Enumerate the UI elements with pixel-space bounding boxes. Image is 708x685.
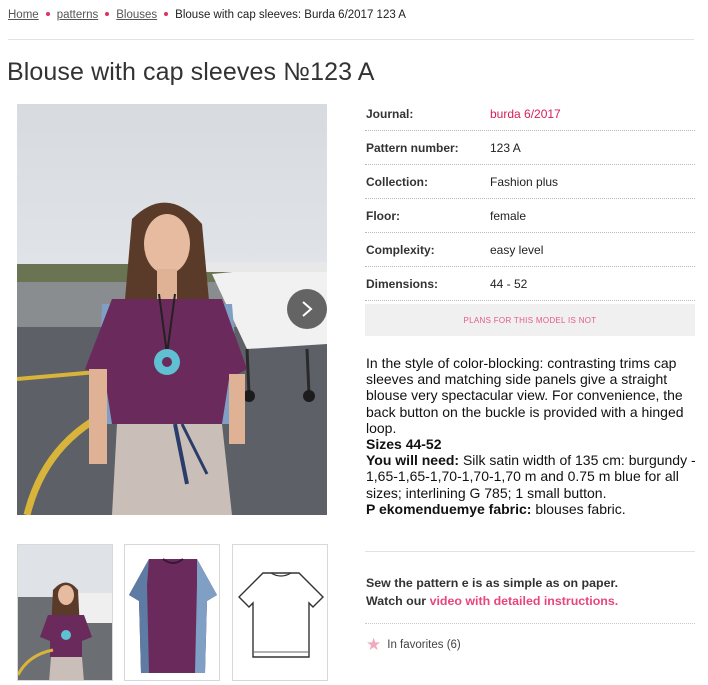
thumbnail-technical-drawing[interactable] bbox=[232, 544, 328, 681]
next-image-button[interactable] bbox=[287, 289, 327, 329]
journal-link[interactable]: burda 6/2017 bbox=[490, 107, 561, 121]
detail-row-floor: Floor: female bbox=[365, 199, 695, 233]
detail-row-pattern-number: Pattern number: 123 A bbox=[365, 131, 695, 165]
detail-label: Pattern number: bbox=[366, 140, 459, 155]
favorites-button[interactable]: ★ In favorites (6) bbox=[366, 636, 461, 653]
detail-label: Collection: bbox=[366, 174, 428, 189]
sew-line: Sew the pattern e is as simple as on pap… bbox=[366, 576, 619, 590]
detail-row-dimensions: Dimensions: 44 - 52 bbox=[365, 267, 695, 301]
detail-row-collection: Collection: Fashion plus bbox=[365, 165, 695, 199]
breadcrumb-current: Blouse with cap sleeves: Burda 6/2017 12… bbox=[175, 9, 406, 21]
breadcrumb: Home patterns Blouses Blouse with cap sl… bbox=[8, 9, 406, 21]
chevron-right-icon bbox=[302, 301, 313, 317]
detail-row-complexity: Complexity: easy level bbox=[365, 233, 695, 267]
detail-value: 123 A bbox=[490, 140, 521, 155]
sew-instructions: Sew the pattern e is as simple as on pap… bbox=[366, 574, 696, 610]
detail-label: Journal: bbox=[366, 106, 414, 121]
page-title: Blouse with cap sleeves №123 A bbox=[7, 58, 375, 86]
divider bbox=[365, 623, 695, 624]
thumbnail-garment[interactable] bbox=[124, 544, 220, 681]
detail-label: Dimensions: bbox=[366, 276, 439, 291]
detail-value: Fashion plus bbox=[490, 174, 559, 189]
pattern-description: In the style of color-blocking: contrast… bbox=[366, 355, 696, 517]
sew-line-prefix: Watch our bbox=[366, 594, 430, 608]
breadcrumb-separator bbox=[45, 12, 50, 16]
divider bbox=[365, 551, 695, 552]
detail-value: female bbox=[490, 208, 527, 223]
detail-value: 44 - 52 bbox=[490, 276, 528, 291]
thumbnail-photo[interactable] bbox=[17, 544, 113, 681]
detail-row-journal: Journal: burda 6/2017 bbox=[365, 97, 695, 131]
breadcrumb-blouses-link[interactable]: Blouses bbox=[116, 9, 157, 21]
description-text: In the style of color-blocking: contrast… bbox=[366, 355, 684, 436]
main-product-photo[interactable] bbox=[17, 104, 327, 515]
breadcrumb-home-link[interactable]: Home bbox=[8, 9, 39, 21]
breadcrumb-separator bbox=[164, 12, 169, 16]
favorites-count: In favorites (6) bbox=[387, 638, 461, 651]
sizes-label: Sizes 44-52 bbox=[366, 436, 442, 453]
star-icon: ★ bbox=[366, 635, 382, 654]
detail-label: Complexity: bbox=[366, 242, 435, 257]
fabric-text: blouses fabric. bbox=[531, 500, 626, 517]
breadcrumb-separator bbox=[105, 12, 110, 16]
divider bbox=[8, 39, 694, 40]
breadcrumb-patterns-link[interactable]: patterns bbox=[57, 9, 99, 21]
pattern-details-table: Journal: burda 6/2017 Pattern number: 12… bbox=[365, 97, 695, 301]
detail-value: easy level bbox=[490, 242, 544, 257]
detail-label: Floor: bbox=[366, 208, 400, 223]
plans-notice: PLANS FOR THIS MODEL IS NOT bbox=[365, 304, 695, 336]
materials-label: You will need: bbox=[366, 452, 460, 469]
fabric-label: P ekomenduemye fabric: bbox=[366, 500, 532, 517]
video-instructions-link[interactable]: video with detailed instructions. bbox=[430, 594, 619, 608]
